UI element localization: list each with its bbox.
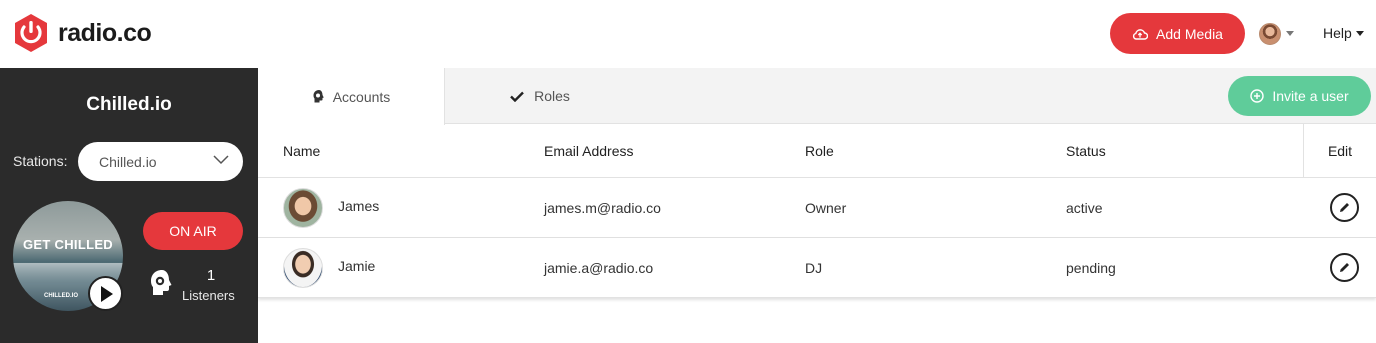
column-header-role: Role bbox=[805, 143, 834, 159]
tab-roles-label: Roles bbox=[534, 88, 570, 104]
user-name: James bbox=[338, 198, 380, 214]
pencil-icon bbox=[1340, 263, 1349, 272]
table-row: Jamie jamie.a@radio.co DJ pending bbox=[258, 238, 1376, 298]
chevron-down-icon bbox=[213, 155, 229, 165]
user-role: Owner bbox=[805, 200, 847, 216]
invite-user-label: Invite a user bbox=[1272, 88, 1349, 104]
stations-label: Stations: bbox=[13, 153, 68, 169]
plus-circle-icon bbox=[1250, 89, 1265, 103]
play-button[interactable] bbox=[88, 276, 123, 311]
tab-accounts-label: Accounts bbox=[332, 88, 391, 105]
radio-co-logo-icon bbox=[15, 14, 47, 52]
table-row: James james.m@radio.co Owner active bbox=[258, 178, 1376, 238]
edit-user-button[interactable] bbox=[1330, 253, 1359, 282]
pencil-icon bbox=[1340, 203, 1349, 212]
column-header-name: Name bbox=[283, 143, 321, 159]
user-email: james.m@radio.co bbox=[544, 200, 661, 216]
help-menu[interactable]: Help bbox=[1323, 25, 1364, 41]
logo[interactable]: radio.co bbox=[12, 12, 152, 54]
listeners-count: 1 bbox=[206, 267, 216, 284]
main-content: Accounts Roles Invite a user Name Email … bbox=[258, 68, 1376, 343]
logo-text: radio.co bbox=[58, 18, 152, 47]
cloud-upload-icon bbox=[1132, 28, 1149, 40]
on-air-badge: ON AIR bbox=[143, 212, 243, 250]
column-header-email: Email Address bbox=[544, 143, 634, 159]
station-select-value: Chilled.io bbox=[99, 153, 157, 170]
invite-user-button[interactable]: Invite a user bbox=[1228, 76, 1371, 116]
user-status: pending bbox=[1066, 260, 1116, 276]
user-name: Jamie bbox=[338, 258, 376, 274]
listener-head-icon bbox=[151, 270, 172, 295]
listeners-label: Listeners bbox=[182, 288, 235, 303]
help-label: Help bbox=[1323, 25, 1352, 41]
checkmark-icon bbox=[510, 91, 524, 102]
user-avatar[interactable] bbox=[1259, 23, 1281, 45]
edit-user-button[interactable] bbox=[1330, 193, 1359, 222]
table-header: Name Email Address Role Status Edit bbox=[258, 124, 1376, 178]
artwork-title: GET CHILLED bbox=[23, 237, 113, 252]
user-role: DJ bbox=[805, 260, 823, 276]
user-email: jamie.a@radio.co bbox=[544, 260, 654, 276]
avatar bbox=[283, 188, 323, 228]
user-status: active bbox=[1066, 200, 1103, 216]
sidebar: Chilled.io Stations: Chilled.io GET CHIL… bbox=[0, 68, 258, 343]
tab-accounts[interactable]: Accounts bbox=[258, 68, 445, 125]
tab-roles[interactable]: Roles bbox=[445, 68, 635, 124]
column-header-status: Status bbox=[1066, 143, 1106, 159]
add-media-label: Add Media bbox=[1156, 25, 1223, 42]
top-bar: radio.co Add Media Help bbox=[0, 0, 1376, 68]
add-media-button[interactable]: Add Media bbox=[1110, 13, 1245, 54]
column-header-edit: Edit bbox=[1303, 124, 1376, 178]
tab-bar: Accounts Roles Invite a user bbox=[258, 68, 1376, 125]
user-menu-caret-icon[interactable] bbox=[1286, 31, 1294, 36]
station-select[interactable]: Chilled.io bbox=[78, 142, 243, 181]
avatar bbox=[283, 248, 323, 288]
users-table: Name Email Address Role Status Edit Jame… bbox=[258, 124, 1376, 298]
station-title: Chilled.io bbox=[86, 94, 172, 115]
play-icon bbox=[101, 285, 113, 302]
listener-head-icon bbox=[313, 90, 324, 103]
help-caret-icon bbox=[1355, 30, 1364, 36]
